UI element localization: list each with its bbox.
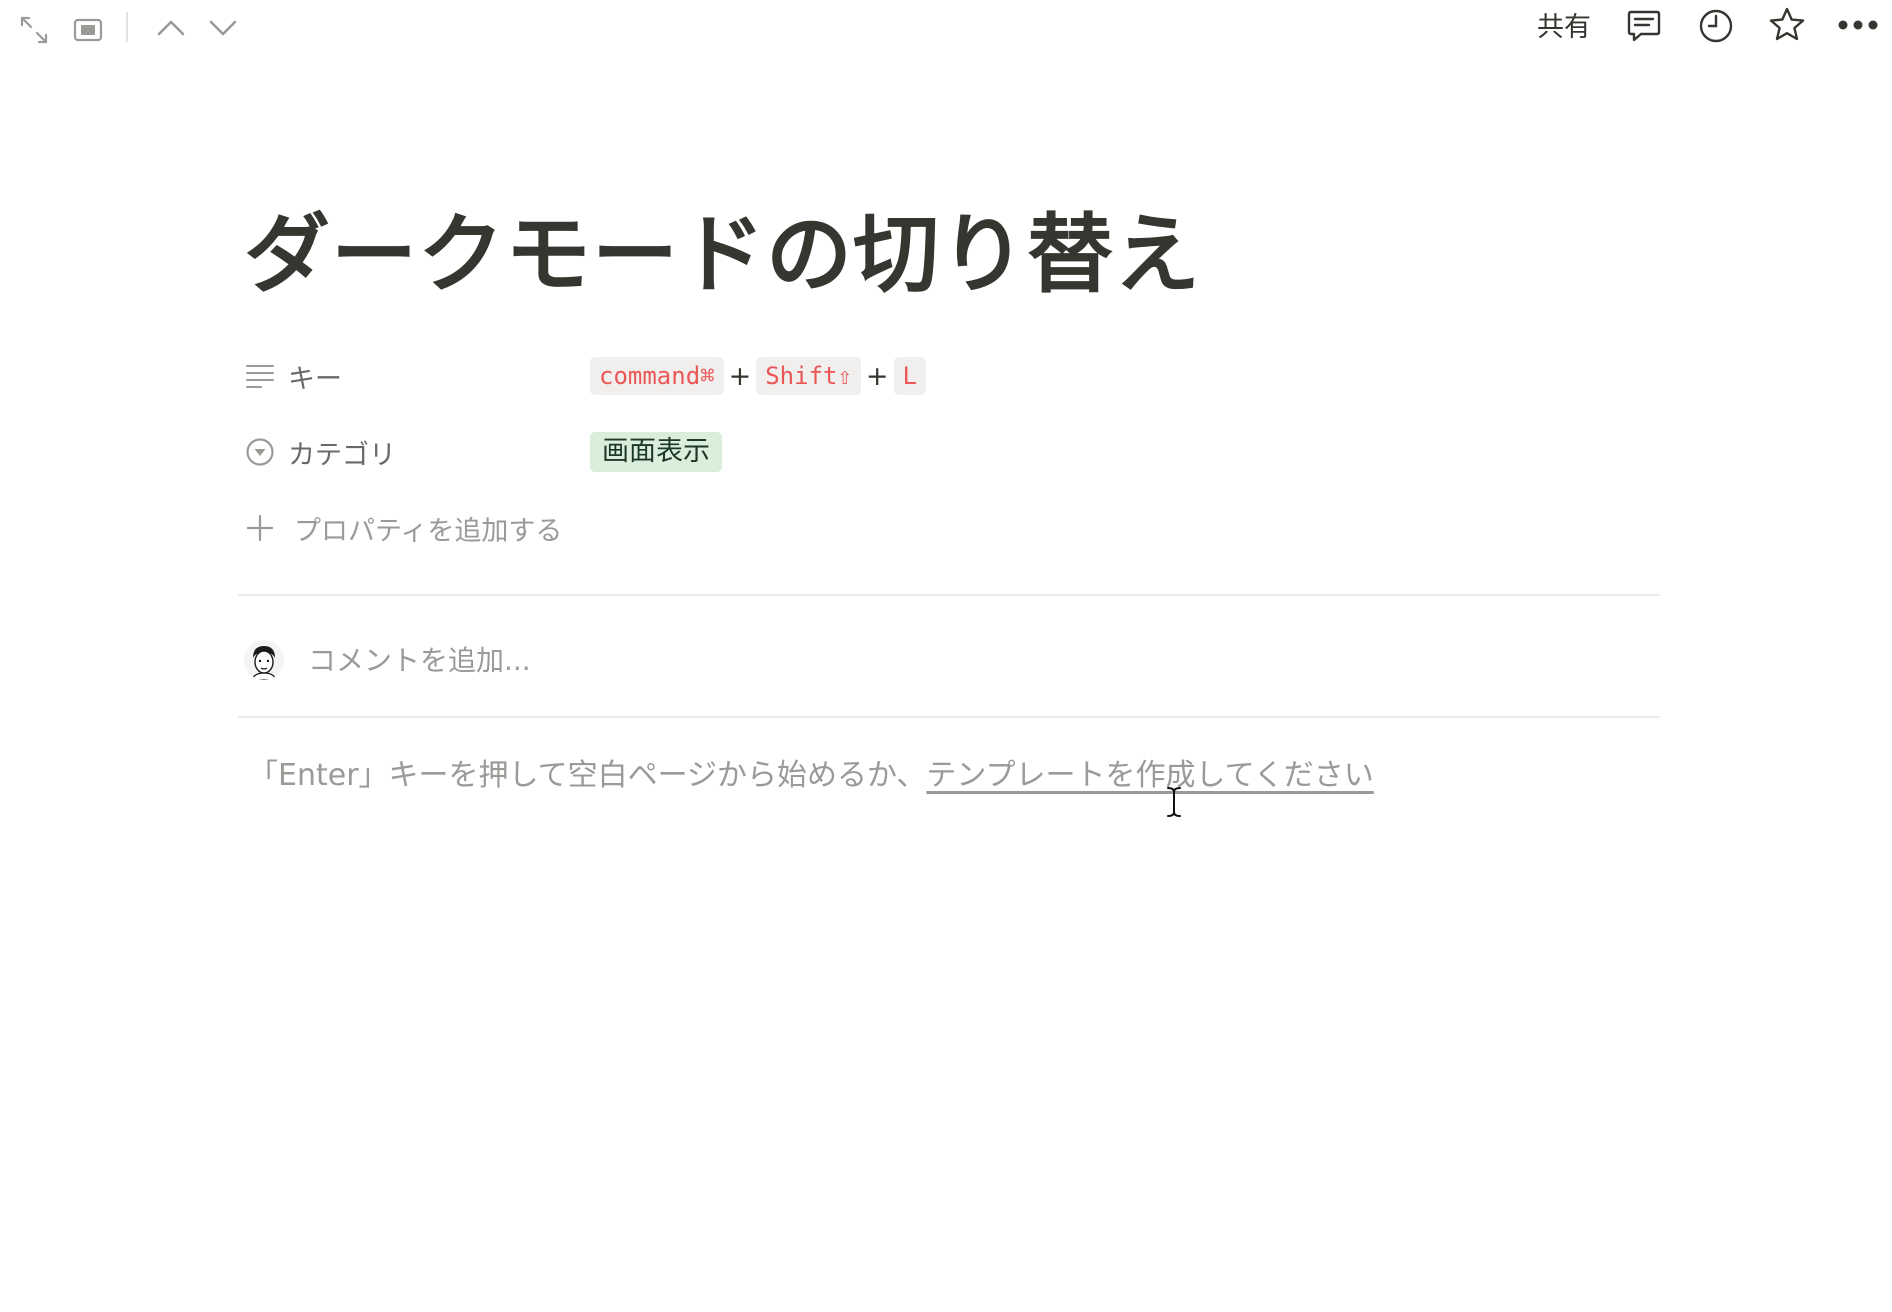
property-label: カテゴリ <box>288 439 396 471</box>
avatar <box>244 640 284 680</box>
toolbar-divider <box>126 12 128 42</box>
star-icon[interactable] <box>1766 4 1808 46</box>
share-button[interactable]: 共有 <box>1530 10 1598 46</box>
property-name-category[interactable]: カテゴリ <box>244 424 396 480</box>
property-row-key: キー command⌘ + Shift⇧ + L <box>244 348 1644 404</box>
property-row-category: カテゴリ 画面表示 <box>244 424 1644 480</box>
top-bar: 共有 <box>0 0 1892 54</box>
property-value-category[interactable]: 画面表示 <box>590 424 722 480</box>
plus-separator: + <box>728 360 752 392</box>
plus-icon <box>244 512 276 544</box>
clock-icon[interactable] <box>1696 6 1736 46</box>
plus-separator: + <box>865 360 889 392</box>
chevron-up-icon[interactable] <box>154 12 188 44</box>
key-code: L <box>893 357 926 395</box>
text-cursor-icon <box>1166 786 1182 822</box>
property-name-key[interactable]: キー <box>244 348 342 404</box>
property-label: キー <box>288 363 342 395</box>
divider <box>238 594 1660 596</box>
add-property-label: プロパティを追加する <box>294 515 563 547</box>
comment-row <box>244 632 1644 688</box>
property-value-key[interactable]: command⌘ + Shift⇧ + L <box>590 348 926 404</box>
category-tag: 画面表示 <box>590 432 722 472</box>
create-template-link[interactable]: テンプレートを作成してください <box>926 758 1373 793</box>
divider <box>238 716 1660 718</box>
page-title[interactable]: ダークモードの切り替え <box>244 200 1201 310</box>
comment-input[interactable] <box>306 642 1210 678</box>
comment-icon[interactable] <box>1624 6 1664 46</box>
empty-hint-text: 「Enter」キーを押して空白ページから始めるか、 <box>248 758 927 793</box>
add-property-button[interactable]: プロパティを追加する <box>244 500 562 556</box>
key-code: command⌘ <box>590 357 724 395</box>
more-dots-icon[interactable] <box>1836 10 1880 40</box>
select-icon <box>244 436 276 468</box>
empty-page-hint[interactable]: 「Enter」キーを押して空白ページから始めるか、テンプレートを作成してください <box>248 756 1374 796</box>
key-code: Shift⇧ <box>756 357 861 395</box>
chevron-down-icon[interactable] <box>206 12 240 44</box>
text-lines-icon <box>244 360 276 392</box>
expand-arrows-icon[interactable] <box>18 14 50 46</box>
peek-mode-icon[interactable] <box>72 14 104 46</box>
